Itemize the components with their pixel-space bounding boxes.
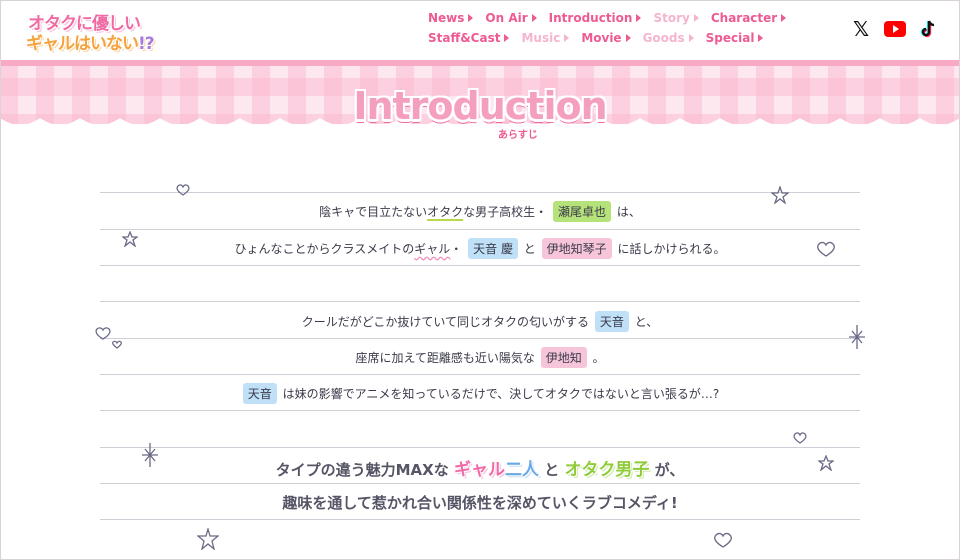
- sparkle-doodle-icon: [849, 325, 865, 349]
- nav-movie-label: Movie: [581, 31, 622, 45]
- text: ひょんなことからクラスメイトの: [234, 242, 415, 256]
- story-p2-line3: 天音 は妹の影響でアニメを知っているだけで、決してオタクではないと言い張るが…?: [100, 383, 860, 404]
- text: ・: [450, 242, 463, 256]
- name-chip-amane: 天音: [242, 383, 277, 404]
- text: 。: [592, 351, 605, 365]
- hearts-doodle-icon: [95, 327, 122, 349]
- name-chip-seo: 瀬尾卓也: [553, 201, 612, 222]
- story-p2-line2: 座席に加えて距離感も近い陽気な 伊地知 。: [100, 347, 860, 368]
- star-doodle-icon: [122, 231, 138, 247]
- highlight-gal: ギャル: [453, 460, 505, 480]
- star-doodle-icon: [197, 528, 219, 550]
- nav-story[interactable]: Story: [653, 11, 699, 25]
- x-icon[interactable]: 𝕏: [852, 17, 870, 41]
- rule-line: [100, 483, 860, 484]
- chevron-right-icon: [693, 14, 699, 22]
- band-top-stripe: [0, 60, 960, 66]
- rule-line: [100, 447, 860, 448]
- nav-introduction[interactable]: Introduction: [549, 11, 642, 25]
- text: は、: [616, 205, 641, 219]
- text: な男子高校生・: [463, 205, 548, 219]
- nav-introduction-label: Introduction: [548, 11, 633, 25]
- nav-staff-cast[interactable]: Staff&Cast: [428, 31, 510, 45]
- rule-line: [100, 338, 860, 339]
- chevron-right-icon: [531, 14, 537, 22]
- name-chip-ijichi: 伊地知: [540, 347, 587, 368]
- story-p1-line2: ひょんなことからクラスメイトのギャル・ 天音 慶 と 伊地知琴子 に話しかけられ…: [100, 238, 860, 259]
- heart-doodle-icon: [793, 432, 807, 444]
- chevron-right-icon: [564, 34, 570, 42]
- rule-line: [100, 229, 860, 230]
- heart-doodle-icon: [176, 184, 190, 196]
- chevron-right-icon: [781, 14, 787, 22]
- main-nav: News On Air Introduction Story Character…: [428, 8, 838, 48]
- youtube-icon[interactable]: [884, 18, 906, 40]
- nav-news-label: News: [428, 11, 465, 25]
- chevron-right-icon: [468, 14, 474, 22]
- nav-special[interactable]: Special: [706, 31, 764, 45]
- nav-goods[interactable]: Goods: [643, 31, 694, 45]
- chevron-right-icon: [504, 34, 510, 42]
- star-doodle-icon: [818, 455, 834, 471]
- nav-character[interactable]: Character: [710, 11, 787, 25]
- chevron-right-icon: [636, 14, 642, 22]
- chevron-right-icon: [625, 34, 631, 42]
- nav-music-label: Music: [521, 31, 561, 45]
- text: 陰キャで目立たない: [319, 205, 428, 219]
- highlight-gal: ギャル: [414, 242, 451, 256]
- nav-on-air-label: On Air: [485, 11, 528, 25]
- rule-line: [100, 519, 860, 520]
- site-logo[interactable]: オタクに優しい ギャルはいない!?: [26, 8, 156, 54]
- nav-special-label: Special: [705, 31, 755, 45]
- heart-doodle-icon: [714, 532, 732, 548]
- tiktok-icon[interactable]: [920, 18, 936, 40]
- text: と: [523, 242, 536, 256]
- star-doodle-icon: [771, 186, 789, 204]
- text: と: [544, 461, 560, 479]
- name-chip-amane: 天音 慶: [468, 238, 518, 259]
- sparkle-doodle-icon: [142, 443, 158, 467]
- heart-doodle-icon: [817, 241, 835, 257]
- name-chip-amane: 天音: [594, 311, 629, 332]
- highlight-two: 二人: [504, 460, 539, 480]
- section-subtitle: あらすじ: [498, 130, 538, 141]
- story-p1-line1: 陰キャで目立たないオタクな男子高校生・ 瀬尾卓也 は、: [100, 201, 860, 222]
- nav-movie[interactable]: Movie: [581, 31, 631, 45]
- section-title: Introduction: [353, 84, 607, 128]
- rule-line: [100, 265, 860, 266]
- nav-staff-cast-label: Staff&Cast: [428, 31, 501, 45]
- nav-row-1: News On Air Introduction Story Character: [428, 8, 838, 28]
- text: に話しかけられる。: [617, 242, 726, 256]
- nav-goods-label: Goods: [642, 31, 685, 45]
- nav-music[interactable]: Music: [521, 31, 570, 45]
- text: クールだがどこか抜けていて同じオタクの匂いがする: [301, 315, 590, 329]
- highlight-otaku-boy: オタク男子: [564, 460, 650, 480]
- rule-line: [100, 192, 860, 193]
- logo-line-2: ギャルはいない!?: [26, 29, 155, 54]
- logo-line-2-text: ギャルはいない: [26, 34, 139, 54]
- story-p2-line1: クールだがどこか抜けていて同じオタクの匂いがする 天音 と、: [100, 311, 860, 332]
- text: 座席に加えて距離感も近い陽気な: [355, 351, 535, 365]
- text: が、: [654, 461, 685, 479]
- name-chip-ijichi: 伊地知琴子: [541, 238, 612, 259]
- story-p3-line2: 趣味を通して惹かれ合い関係性を深めていくラブコメディ!: [282, 494, 678, 512]
- nav-story-label: Story: [653, 11, 690, 25]
- story-p3-line1: タイプの違う魅力MAXな ギャル二人 と オタク男子 が、: [100, 455, 860, 480]
- text: と、: [634, 315, 659, 329]
- chevron-right-icon: [758, 34, 764, 42]
- nav-character-label: Character: [710, 11, 778, 25]
- highlight-otaku: オタク: [427, 205, 464, 219]
- rule-line: [100, 301, 860, 302]
- nav-row-2: Staff&Cast Music Movie Goods Special: [428, 28, 838, 48]
- rule-line: [100, 374, 860, 375]
- nav-on-air[interactable]: On Air: [485, 11, 537, 25]
- text: タイプの違う魅力MAXな: [275, 461, 449, 479]
- chevron-right-icon: [688, 34, 694, 42]
- text: は妹の影響でアニメを知っているだけで、決してオタクではないと言い張るが…?: [282, 387, 720, 401]
- rule-line: [100, 410, 860, 411]
- nav-news[interactable]: News: [428, 11, 474, 25]
- site-header: オタクに優しい ギャルはいない!? News On Air Introducti…: [0, 0, 960, 60]
- logo-mark: !?: [138, 34, 155, 54]
